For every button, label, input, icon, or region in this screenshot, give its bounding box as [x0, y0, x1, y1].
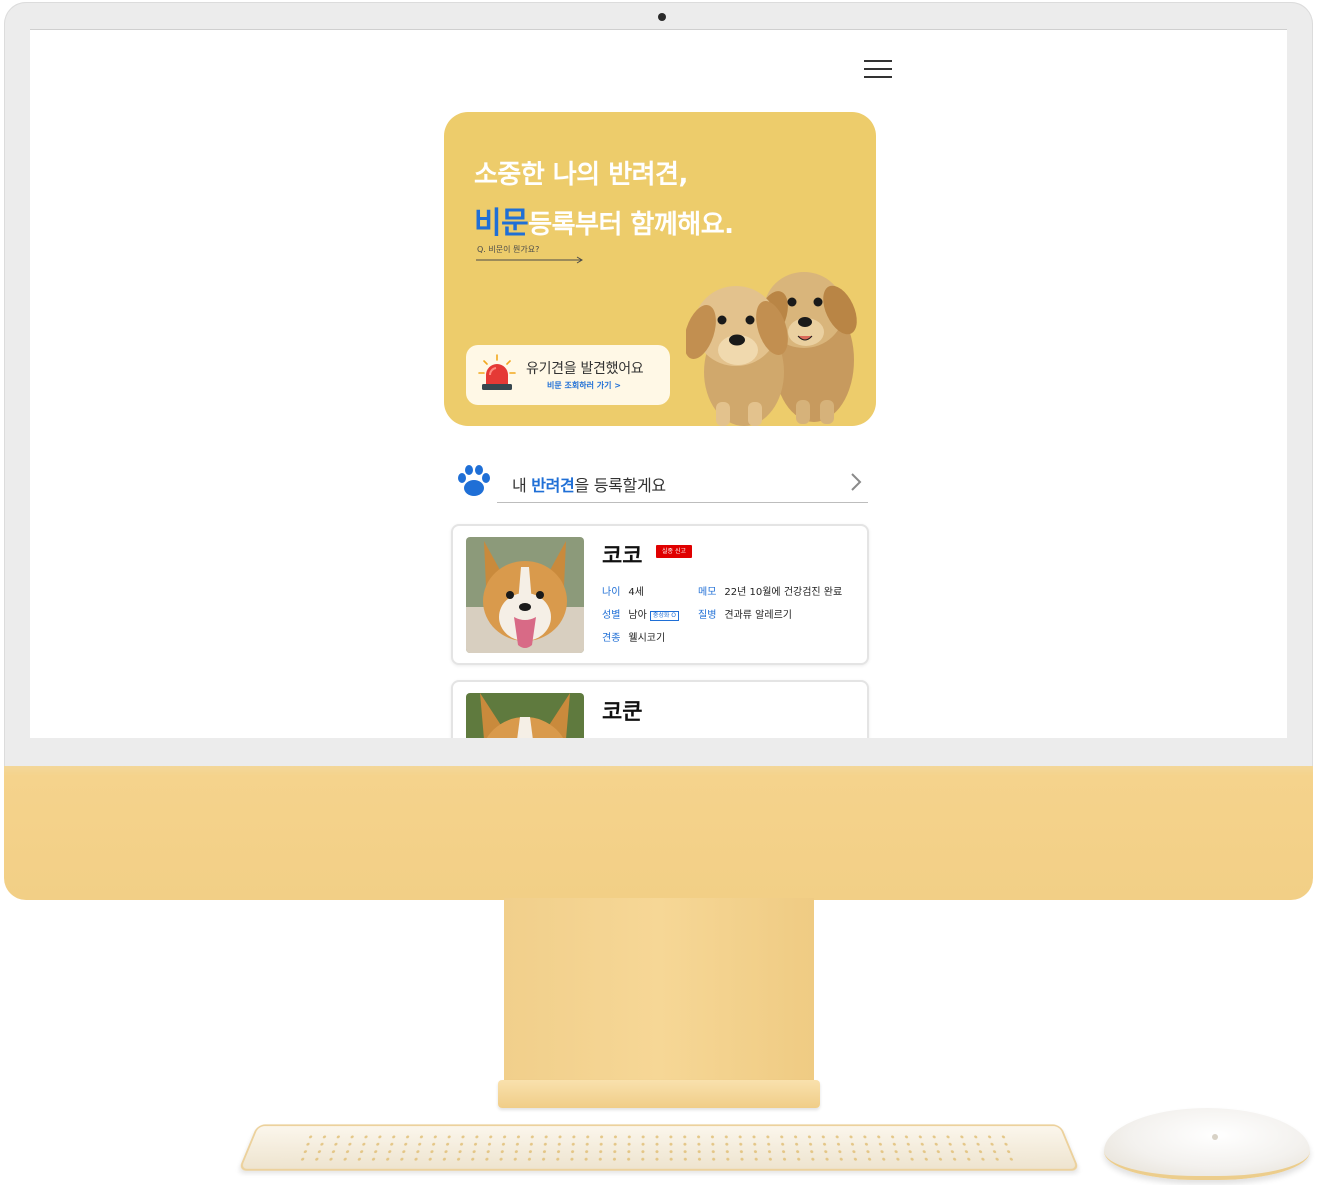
dog-card[interactable]: 코쿤 [451, 680, 869, 738]
alert-title: 유기견을 발견했어요 [526, 361, 644, 377]
disease-value: 견과류 알레르기 [724, 610, 792, 621]
sex-value: 남아 [628, 610, 647, 621]
sex-label: 성별 [602, 610, 621, 621]
dog-name: 코쿤 [602, 700, 643, 725]
hero-title-accent: 비문 [474, 206, 529, 241]
register-suffix: 을 등록할게요 [574, 476, 666, 495]
found-stray-dog-card[interactable]: 유기견을 발견했어요 비문 조회하러 가기 > [466, 345, 670, 405]
corgi-photo-image [466, 693, 584, 738]
memo-label: 메모 [698, 587, 717, 598]
register-my-dog-row[interactable]: 내 반려견을 등록할게요 [454, 462, 868, 504]
breed-label: 견종 [602, 633, 621, 644]
imac-chin [4, 766, 1313, 900]
camera-icon [658, 13, 666, 21]
alert-link[interactable]: 비문 조회하러 가기 > [547, 380, 621, 391]
neuter-badge: 중성화 O [649, 611, 680, 621]
keyboard-keys [294, 1133, 1024, 1162]
corgi-photo [466, 537, 584, 653]
corgi-photo [466, 693, 584, 738]
breed-value: 웰시코기 [628, 633, 666, 644]
mouse-sensor [1212, 1134, 1218, 1140]
app-screen: 소중한 나의 반려견, 비문등록부터 함께해요. Q. 비문이 뭔가요? 유기견… [30, 29, 1287, 738]
arrow-right-icon [476, 256, 583, 264]
paw-icon [458, 465, 490, 496]
hero-title-rest: 등록부터 함께해요. [528, 210, 734, 240]
divider [497, 502, 868, 503]
dog-card[interactable]: 코코 실종 신고 나이 4세 메모 22년 10월에 건강검진 완료 성별 남아 중성화… [451, 524, 869, 665]
register-prefix: 내 [512, 476, 532, 495]
imac-stand [504, 898, 814, 1088]
memo-value: 22년 10월에 건강검진 완료 [724, 587, 843, 598]
register-label: 내 반려견을 등록할게요 [512, 472, 666, 496]
hero-title-line2: 비문등록부터 함께해요. [474, 198, 734, 242]
imac-stand-base [498, 1080, 820, 1108]
dog-disease: 질병 견과류 알레르기 [698, 606, 792, 621]
register-accent: 반려견 [531, 476, 575, 495]
dog-memo: 메모 22년 10월에 건강검진 완료 [698, 583, 842, 598]
missing-report-badge: 실종 신고 [656, 545, 692, 558]
golden-retriever-puppies-image [686, 272, 857, 426]
hamburger-menu-icon[interactable] [864, 58, 892, 80]
chevron-right-icon[interactable] [850, 472, 862, 492]
mouse [1104, 1108, 1310, 1180]
age-value: 4세 [628, 587, 644, 598]
dog-name: 코코 [602, 544, 643, 569]
hero-banner: 소중한 나의 반려견, 비문등록부터 함께해요. Q. 비문이 뭔가요? 유기견… [444, 112, 876, 426]
corgi-photo-image [466, 537, 584, 653]
what-is-nose-print-link[interactable]: Q. 비문이 뭔가요? [477, 244, 539, 255]
age-label: 나이 [602, 587, 621, 598]
keyboard [238, 1124, 1080, 1171]
hero-title-line1: 소중한 나의 반려견, [474, 160, 688, 190]
dog-breed: 견종 웰시코기 [602, 629, 665, 644]
siren-icon [478, 354, 516, 390]
disease-label: 질병 [698, 610, 717, 621]
dog-sex: 성별 남아 중성화 O [602, 606, 680, 621]
dog-age: 나이 4세 [602, 583, 644, 598]
